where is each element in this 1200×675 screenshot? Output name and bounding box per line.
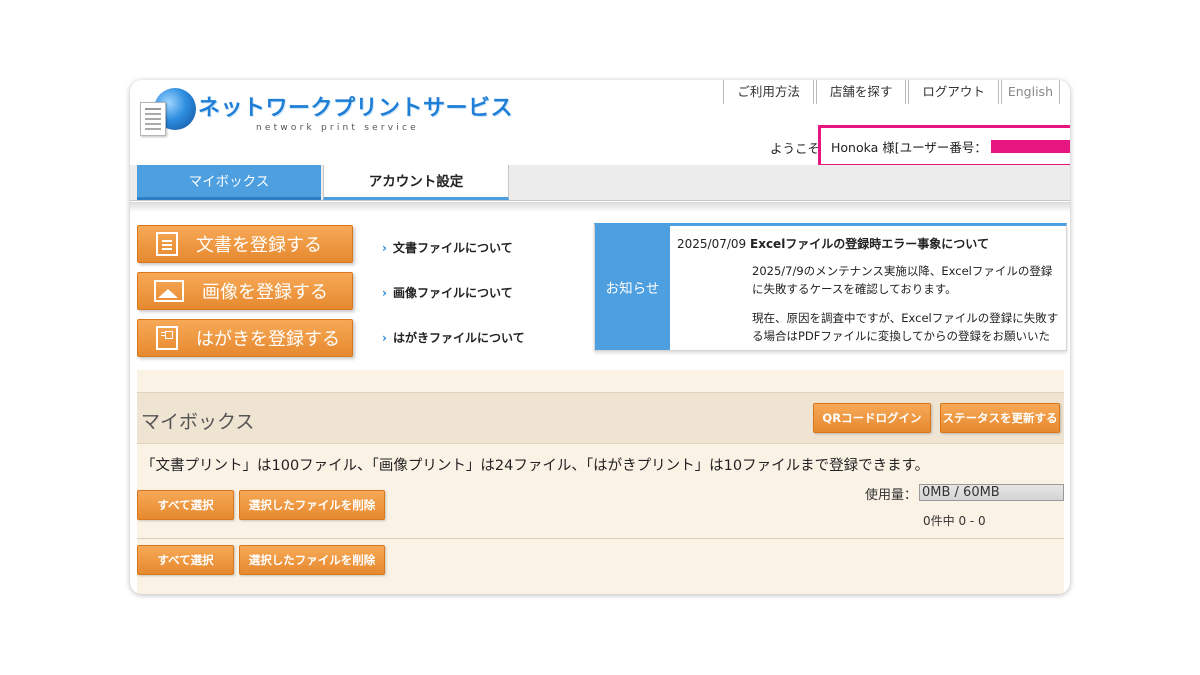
notice-paragraph-1: 2025/7/9のメンテナンス実施以降、Excelファイルの登録に失敗するケース… [752, 264, 1053, 296]
register-document-label: 文書を登録する [196, 235, 322, 256]
select-all-button[interactable]: すべて選択 [137, 490, 234, 520]
help-link[interactable]: ご利用方法 [723, 80, 814, 104]
chevron-right-icon: › [382, 241, 387, 255]
usage-bar: 0MB / 60MB [919, 484, 1064, 501]
register-image-label: 画像を登録する [202, 282, 328, 303]
notice-title: Excelファイルの登録時エラー事象について [750, 237, 989, 251]
about-image-files-label: 画像ファイルについて [392, 286, 513, 300]
about-postcard-files-link[interactable]: › はがきファイルについて [382, 329, 525, 346]
tab-mybox[interactable]: マイボックス [137, 165, 321, 200]
find-store-link[interactable]: 店舗を探す [815, 80, 907, 104]
about-document-files-link[interactable]: › 文書ファイルについて [382, 239, 513, 256]
nav-shadow [130, 202, 1070, 212]
file-limit-text: 「文書プリント」は100ファイル、「画像プリント」は24ファイル、「はがきプリン… [141, 458, 930, 474]
user-info: Honoka 様[ユーザー番号： [818, 125, 1070, 167]
english-link[interactable]: English [1000, 80, 1060, 104]
welcome-text: ようこそ [770, 141, 821, 156]
site-logo[interactable]: ネットワークプリントサービス network print service [136, 82, 513, 144]
app-window: ネットワークプリントサービス network print service ご利用… [130, 80, 1070, 594]
register-postcard-button[interactable]: はがきを登録する [137, 319, 353, 357]
logo-title: ネットワークプリントサービス [198, 96, 514, 121]
image-icon [154, 280, 184, 302]
about-postcard-files-label: はがきファイルについて [392, 331, 525, 345]
chevron-right-icon: › [382, 286, 387, 300]
user-name-text: Honoka 様[ユーザー番号： [831, 139, 987, 155]
mybox-header: マイボックス QRコードログイン ステータスを更新する [137, 392, 1064, 444]
logout-link[interactable]: ログアウト [908, 80, 999, 104]
register-document-button[interactable]: 文書を登録する [137, 225, 353, 263]
usage-label: 使用量： [865, 488, 918, 503]
file-count: 0件中 0 - 0 [923, 514, 986, 528]
notice-panel: お知らせ 2025/07/09 Excelファイルの登録時エラー事象について 2… [594, 223, 1067, 351]
logo-subtitle: network print service [256, 123, 419, 133]
postcard-icon [156, 326, 178, 350]
chevron-right-icon: › [382, 331, 387, 345]
document-icon [156, 232, 178, 256]
mybox-title: マイボックス [141, 411, 255, 433]
register-image-button[interactable]: 画像を登録する [137, 272, 353, 310]
about-document-files-label: 文書ファイルについて [392, 241, 513, 255]
mybox-section: マイボックス QRコードログイン ステータスを更新する 「文書プリント」は100… [137, 370, 1064, 594]
document-icon [140, 102, 166, 136]
notice-headline[interactable]: 2025/07/09 Excelファイルの登録時エラー事象について [677, 235, 989, 252]
refresh-status-button[interactable]: ステータスを更新する [940, 403, 1060, 433]
qr-login-button[interactable]: QRコードログイン [813, 403, 931, 433]
delete-selected-button[interactable]: 選択したファイルを削除 [239, 490, 385, 520]
register-postcard-label: はがきを登録する [196, 329, 340, 350]
notice-date: 2025/07/09 [677, 237, 747, 251]
tab-account-settings[interactable]: アカウント設定 [323, 165, 509, 200]
notice-label: お知らせ [595, 226, 670, 350]
select-all-button-bottom[interactable]: すべて選択 [137, 545, 234, 575]
top-links: ご利用方法 店舗を探す ログアウト English [721, 80, 1060, 104]
delete-selected-button-bottom[interactable]: 選択したファイルを削除 [239, 545, 385, 575]
notice-paragraph-2: 現在、原因を調査中ですが、Excelファイルの登録に失敗する場合はPDFファイル… [752, 311, 1059, 343]
main-nav: マイボックス アカウント設定 [130, 165, 1070, 201]
about-image-files-link[interactable]: › 画像ファイルについて [382, 284, 513, 301]
section-divider [137, 538, 1064, 539]
redacted-user-number [990, 139, 1070, 153]
